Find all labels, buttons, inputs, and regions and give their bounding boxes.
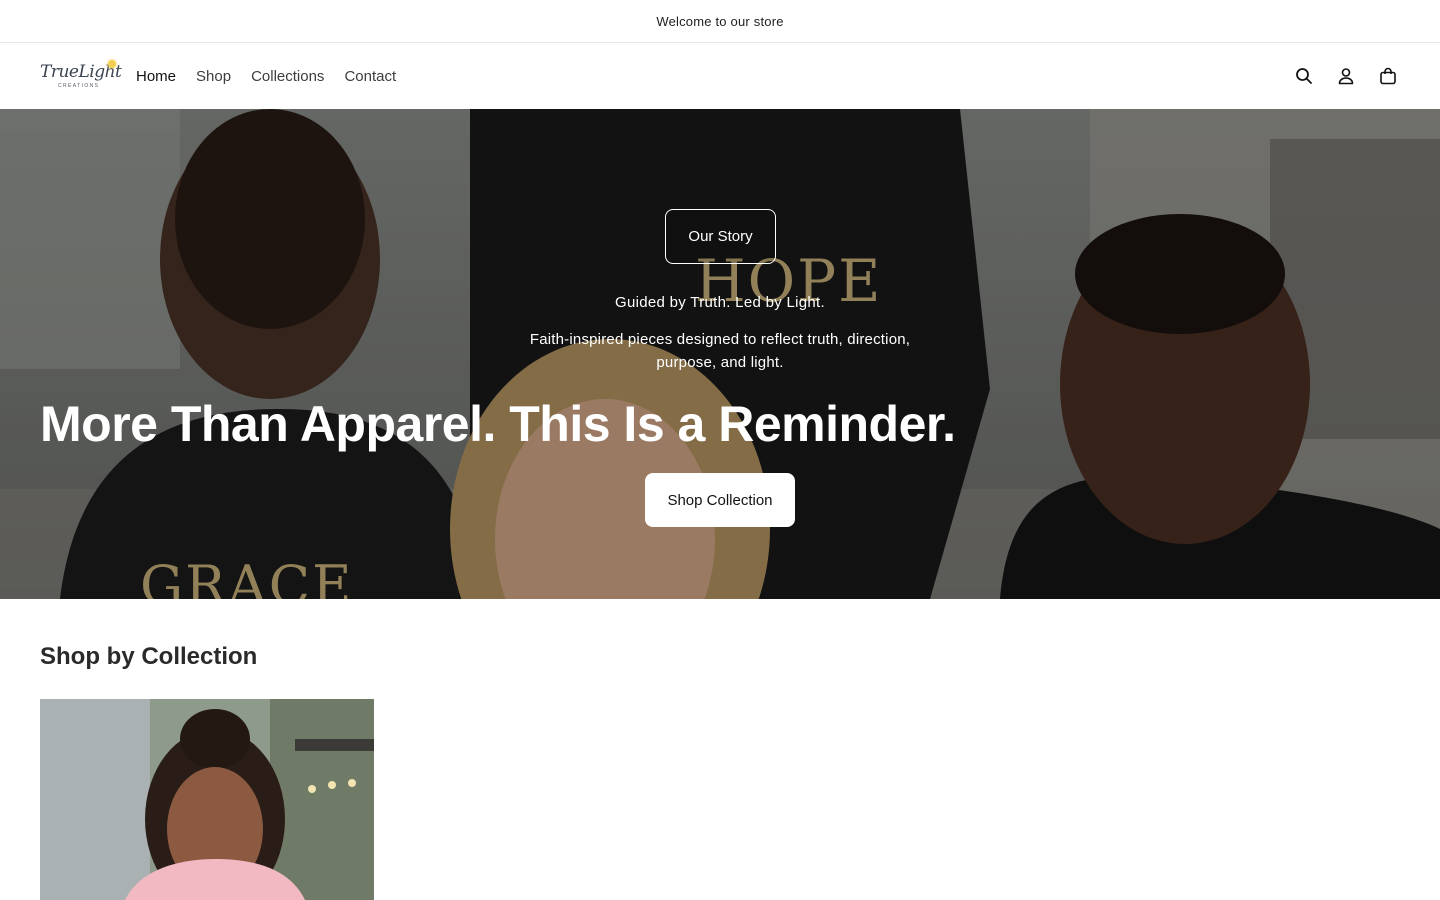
search-icon[interactable] bbox=[1294, 66, 1314, 86]
header-icons bbox=[1294, 66, 1398, 86]
nav-shop[interactable]: Shop bbox=[196, 68, 231, 85]
site-header: TrueLight CREATIONS Home Shop Collection… bbox=[0, 43, 1440, 109]
our-story-button[interactable]: Our Story bbox=[665, 209, 776, 264]
announcement-bar: Welcome to our store bbox=[0, 0, 1440, 43]
collection-card-image bbox=[40, 699, 374, 900]
announcement-text: Welcome to our store bbox=[656, 13, 784, 29]
hero-banner: HOPE GRACE Our Story Guided by Truth. Le… bbox=[0, 109, 1440, 599]
hero-description: Faith-inspired pieces designed to reflec… bbox=[529, 331, 911, 371]
site-logo[interactable]: TrueLight CREATIONS bbox=[40, 58, 122, 94]
hero-content: Our Story Guided by Truth. Led by Light.… bbox=[0, 109, 1440, 599]
hero-tagline: Guided by Truth. Led by Light. bbox=[615, 294, 825, 311]
logo-sun-icon bbox=[108, 60, 116, 68]
section-title: Shop by Collection bbox=[40, 643, 258, 670]
shop-by-collection-section: Shop by Collection bbox=[0, 599, 1440, 900]
hero-headline: More Than Apparel. This Is a Reminder. bbox=[40, 396, 956, 452]
nav-collections[interactable]: Collections bbox=[251, 68, 324, 85]
main-nav: Home Shop Collections Contact bbox=[136, 68, 396, 85]
nav-contact[interactable]: Contact bbox=[344, 68, 396, 85]
account-icon[interactable] bbox=[1336, 66, 1356, 86]
cart-icon[interactable] bbox=[1378, 66, 1398, 86]
logo-subtitle: CREATIONS bbox=[58, 82, 100, 89]
shop-collection-button[interactable]: Shop Collection bbox=[645, 473, 795, 527]
collection-card[interactable] bbox=[40, 699, 374, 900]
logo-script: TrueLight bbox=[40, 61, 122, 82]
nav-home[interactable]: Home bbox=[136, 68, 176, 85]
